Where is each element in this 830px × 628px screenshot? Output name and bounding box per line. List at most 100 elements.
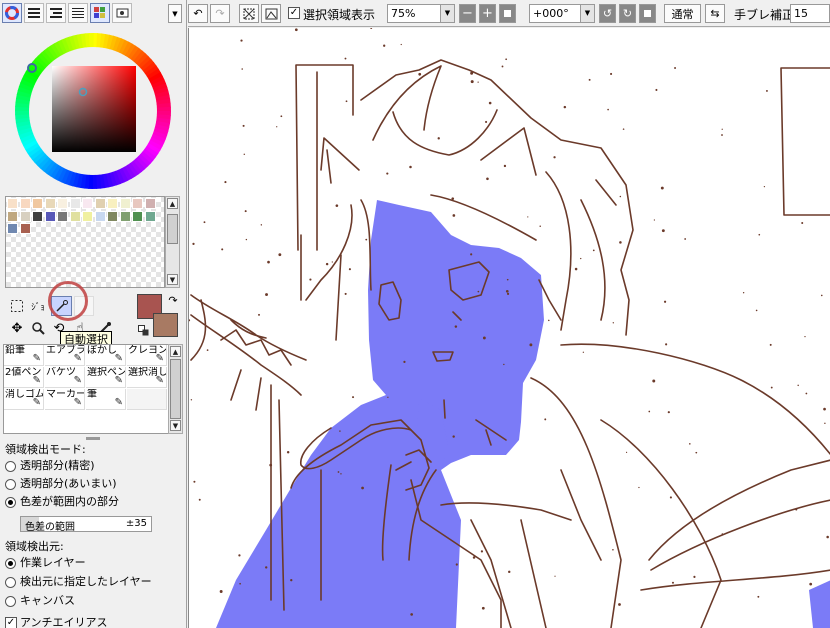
redo-button[interactable]: ↷: [210, 4, 230, 23]
menu-dropdown-button[interactable]: ▼: [168, 4, 182, 23]
brush-slot-4[interactable]: クレヨン ✎: [127, 345, 167, 366]
angle-value: +000°: [533, 7, 569, 20]
color-swatch[interactable]: [32, 198, 43, 209]
blend-mode-button[interactable]: 通常: [664, 4, 701, 23]
bucket-icon: ✎: [73, 375, 82, 386]
zoom-out-button[interactable]: −: [459, 4, 476, 23]
brush-slot-10[interactable]: マーカー ✎: [45, 389, 85, 410]
rect-select-tool[interactable]: [8, 297, 26, 315]
scroll-down-icon[interactable]: ▼: [167, 274, 178, 285]
brush-slot-8[interactable]: 選択消し ✎: [127, 367, 167, 388]
color-swatch[interactable]: [57, 210, 68, 222]
brush-slot-5[interactable]: 2値ペン ✎: [4, 367, 44, 388]
color-swatch-palette[interactable]: [5, 196, 165, 288]
color-swatch[interactable]: [119, 198, 131, 209]
top-toolbar: ▼ ↶ ↷ ✓ 選択領域表示 75% ▼ − + +000° ▼ ↺ ↻ 通常 …: [168, 0, 830, 27]
color-swatch[interactable]: [82, 210, 93, 222]
color-swatch[interactable]: [19, 198, 31, 209]
reset-colors-icon[interactable]: [137, 324, 149, 336]
undo-button[interactable]: ↶: [188, 4, 208, 23]
color-swatch[interactable]: [119, 210, 131, 222]
brush-slot-2[interactable]: エアブラシ✎: [45, 345, 85, 366]
scroll-up-icon[interactable]: ▲: [167, 198, 178, 209]
detect-source-radio-3[interactable]: [5, 596, 16, 607]
brush-slot-7[interactable]: 選択ペン ✎: [86, 367, 126, 388]
color-swatch[interactable]: [94, 210, 106, 222]
color-wheel[interactable]: [10, 28, 176, 194]
brush-label: バケツ: [46, 367, 76, 378]
brush-slot-6[interactable]: バケツ ✎: [45, 367, 85, 388]
antialias-checkbox[interactable]: ✓: [5, 617, 17, 628]
color-swatch[interactable]: [19, 210, 31, 222]
color-swatch[interactable]: [32, 210, 43, 222]
selection-overlay: [216, 200, 830, 628]
color-swatch[interactable]: [144, 210, 156, 222]
deselect-button[interactable]: [239, 4, 259, 23]
paint-tool-app: ▲ ▼ ｼﾞｮ ✥ ⟲ ☝ ↷ 自動選択 鉛筆✎エアブラシ✎ぼかし✎クレヨン✎2…: [0, 0, 830, 628]
brush-slot-3[interactable]: ぼかし ✎: [86, 345, 126, 366]
color-swatch[interactable]: [44, 210, 56, 222]
color-swatch[interactable]: [107, 210, 118, 222]
invert-selection-button[interactable]: [261, 4, 281, 23]
color-swatch[interactable]: [107, 198, 118, 209]
detect-mode-radio-3[interactable]: [5, 497, 16, 508]
color-swatch[interactable]: [7, 223, 18, 234]
stabilizer-value: 15: [794, 7, 808, 20]
rotate-right-button[interactable]: ↻: [619, 4, 636, 23]
swatch-scrollbar[interactable]: ▲ ▼: [165, 196, 180, 288]
drawing-canvas[interactable]: [188, 28, 830, 628]
scroll-thumb[interactable]: [170, 359, 181, 419]
brush-slot-9[interactable]: 消しゴム ✎: [4, 389, 44, 410]
swatch-mode-button[interactable]: [90, 3, 110, 23]
brush-slot-1[interactable]: 鉛筆 ✎: [4, 345, 44, 366]
move-icon[interactable]: ✥: [8, 319, 26, 337]
zoom-in-button[interactable]: +: [479, 4, 496, 23]
hsv-slider-mode-button[interactable]: [46, 3, 66, 23]
color-swatch[interactable]: [69, 210, 81, 222]
swap-colors-icon[interactable]: ↷: [166, 293, 180, 307]
detect-mode-radio-2[interactable]: [5, 479, 16, 490]
left-panel: ▲ ▼ ｼﾞｮ ✥ ⟲ ☝ ↷ 自動選択 鉛筆✎エアブラシ✎ぼかし✎クレヨン✎2…: [0, 0, 187, 628]
scratchpad-mode-button[interactable]: [112, 3, 132, 23]
brush-slot-11[interactable]: 筆 ✎: [86, 389, 126, 410]
eraser-icon: ✎: [32, 397, 41, 408]
color-wheel-mode-button[interactable]: [2, 3, 22, 23]
color-swatch[interactable]: [144, 198, 156, 209]
detect-mode-radio-1[interactable]: [5, 461, 16, 472]
gradation-slider-mode-button[interactable]: [68, 3, 88, 23]
rotate-reset-button[interactable]: [639, 4, 656, 23]
selection-eraser-icon: ✎: [155, 375, 164, 386]
color-swatch[interactable]: [7, 210, 18, 222]
color-mode-bar: [2, 3, 132, 23]
flip-button[interactable]: ⇆: [705, 4, 725, 23]
rotate-left-button[interactable]: ↺: [599, 4, 616, 23]
panel-splitter[interactable]: [86, 437, 100, 440]
brush-scrollbar[interactable]: ▲ ▼: [168, 344, 183, 434]
color-swatch[interactable]: [82, 198, 93, 209]
detect-source-radio-2[interactable]: [5, 577, 16, 588]
angle-select[interactable]: +000° ▼: [529, 4, 595, 23]
magic-wand-tool[interactable]: [51, 296, 72, 316]
color-swatch[interactable]: [94, 198, 106, 209]
scroll-thumb[interactable]: [167, 214, 178, 244]
brush-slot-12: [127, 389, 167, 410]
color-swatch[interactable]: [69, 198, 81, 209]
color-swatch[interactable]: [7, 198, 18, 209]
detect-source-radio-1[interactable]: [5, 558, 16, 569]
color-swatch[interactable]: [57, 198, 68, 209]
color-swatch[interactable]: [132, 198, 143, 209]
color-swatch[interactable]: [132, 210, 143, 222]
zoom-reset-button[interactable]: [499, 4, 516, 23]
stabilizer-select[interactable]: 15: [790, 4, 830, 23]
zoom-select[interactable]: 75% ▼: [387, 4, 455, 23]
rgb-slider-mode-button[interactable]: [24, 3, 44, 23]
tolerance-slider[interactable]: 色差の範囲 ±35: [20, 516, 152, 533]
color-swatch[interactable]: [19, 223, 31, 234]
scroll-up-icon[interactable]: ▲: [170, 346, 181, 357]
show-selection-checkbox[interactable]: ✓: [288, 7, 300, 19]
scroll-down-icon[interactable]: ▼: [170, 420, 181, 431]
zoom-icon[interactable]: [29, 319, 47, 337]
lasso-tool[interactable]: ｼﾞｮ: [27, 297, 49, 315]
background-color[interactable]: [153, 313, 178, 337]
color-swatch[interactable]: [44, 198, 56, 209]
